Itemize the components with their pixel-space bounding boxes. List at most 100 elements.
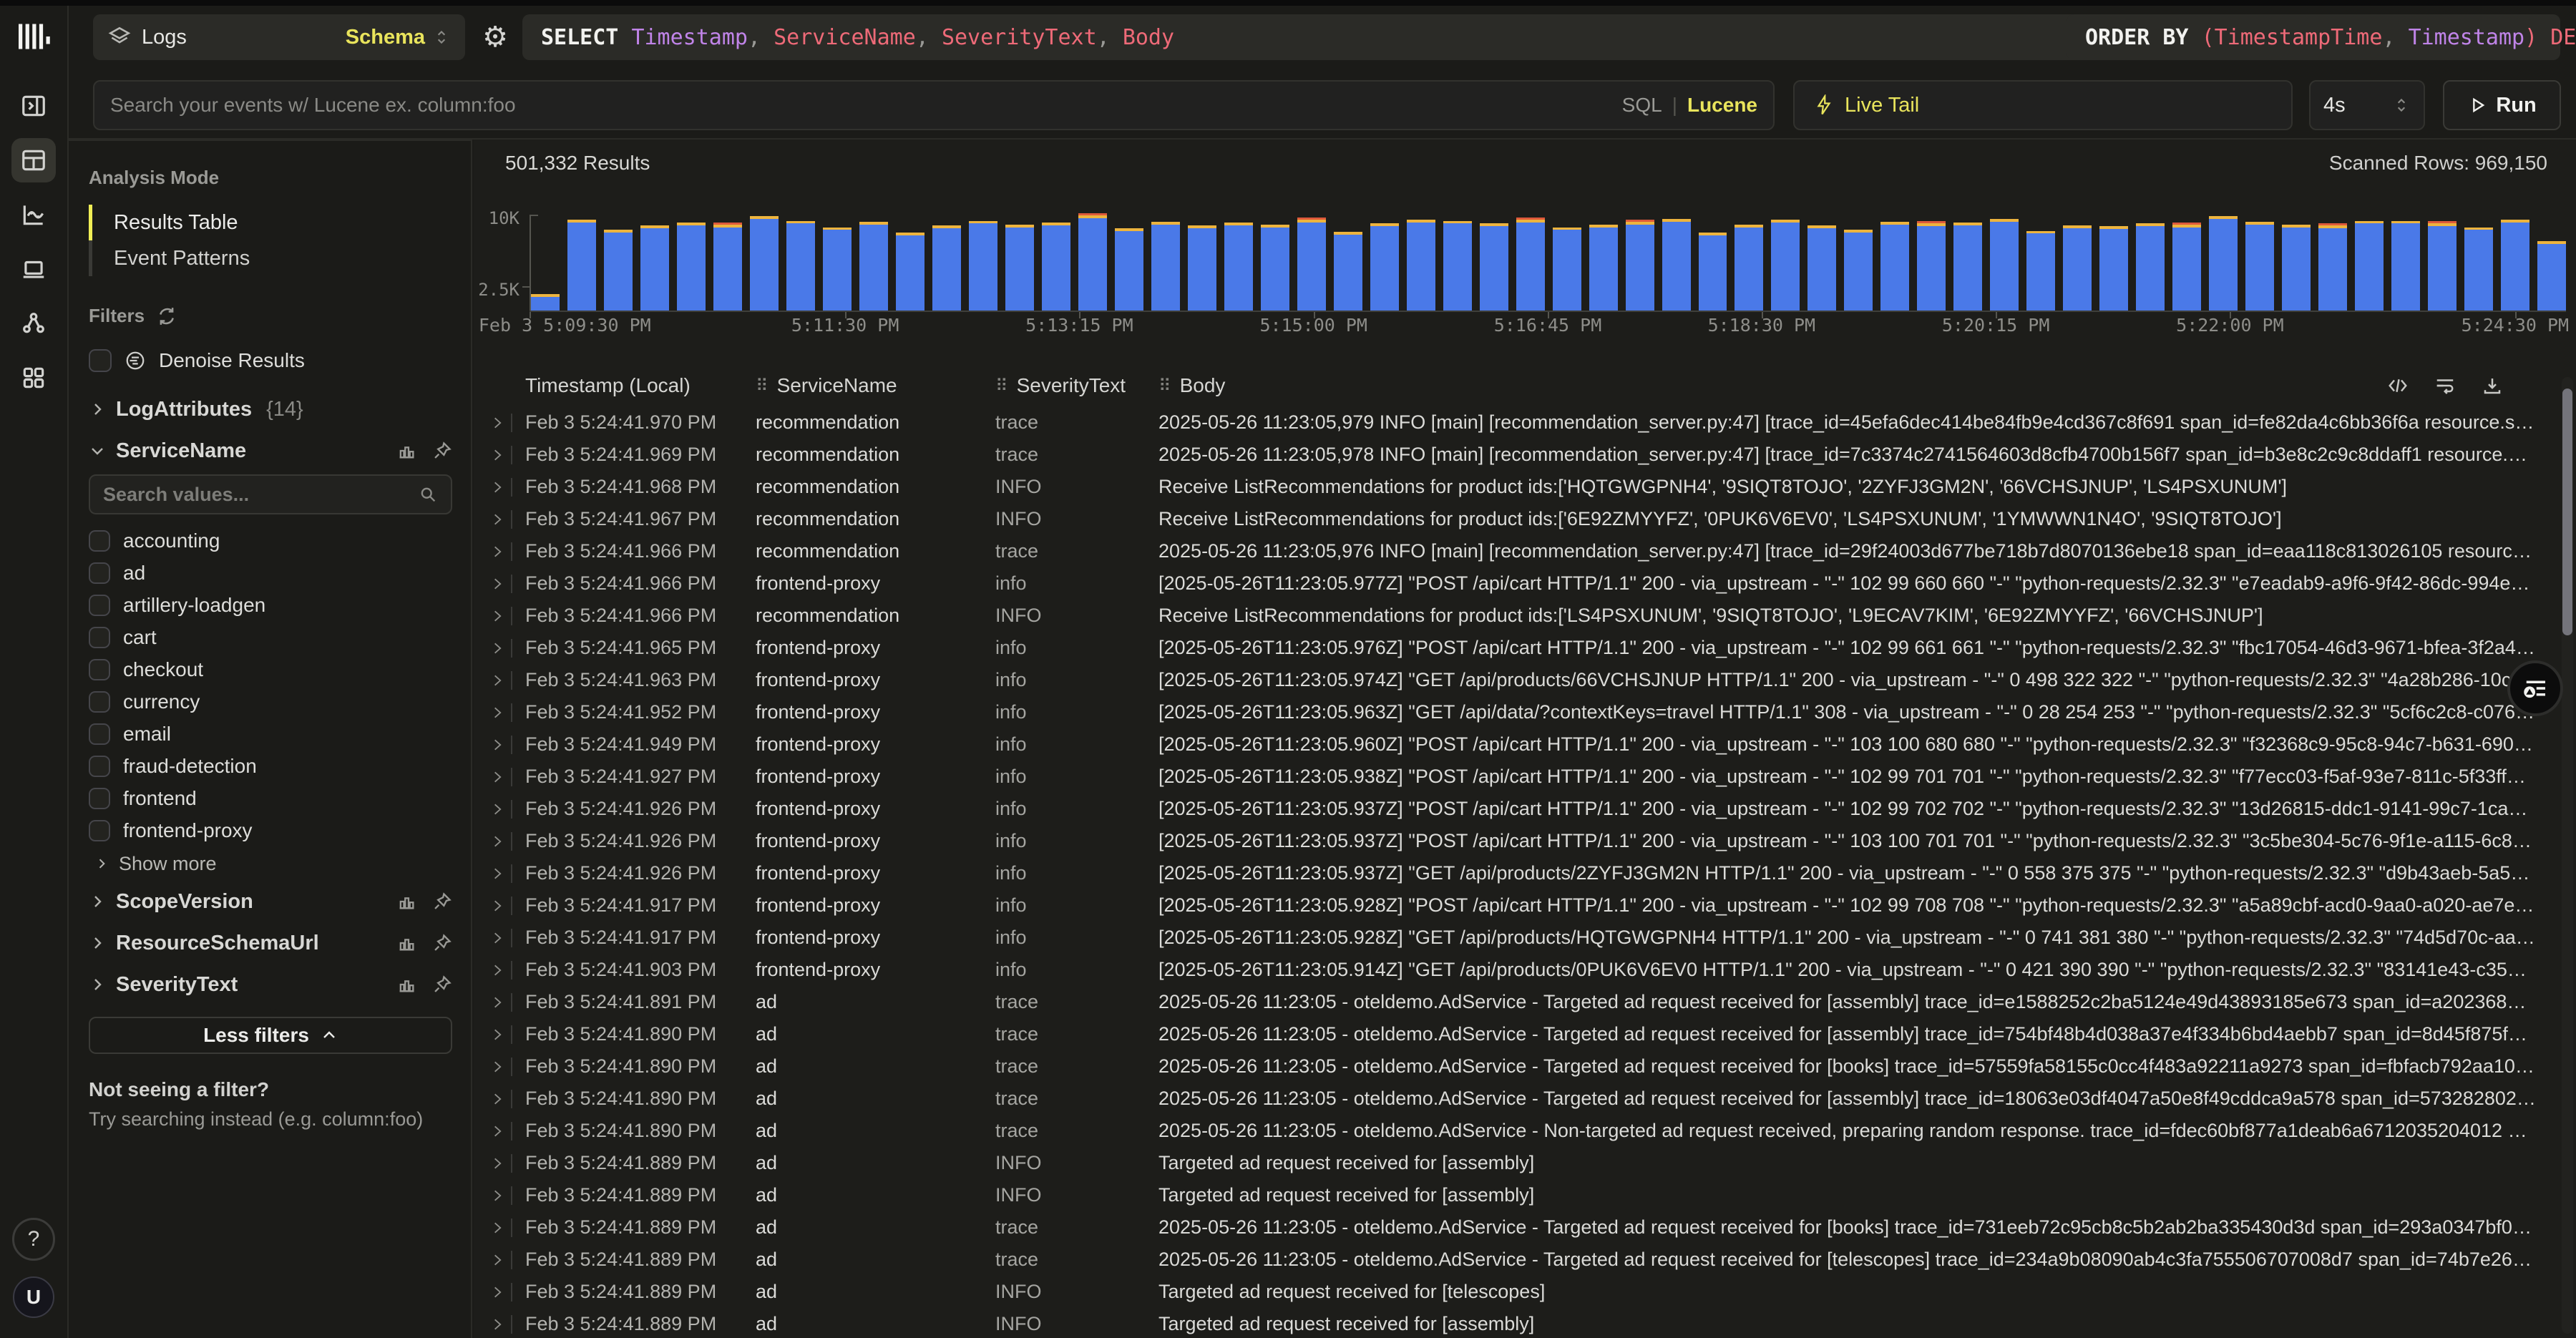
histogram-bar[interactable] bbox=[2318, 223, 2347, 311]
histogram-bar[interactable] bbox=[1917, 221, 1946, 311]
histogram-bar[interactable] bbox=[1735, 225, 1763, 311]
pin-icon[interactable] bbox=[432, 441, 452, 461]
nav-item-panel-toggle-icon[interactable] bbox=[11, 84, 56, 128]
column-header-severitytext[interactable]: ⠿SeverityText bbox=[995, 374, 1158, 397]
nav-item-search-results-icon[interactable] bbox=[11, 138, 56, 182]
service-value-row[interactable]: checkout bbox=[89, 653, 452, 685]
expand-row-icon[interactable] bbox=[484, 995, 511, 1010]
table-row[interactable]: Feb 3 5:24:41.926 PM frontend-proxy info… bbox=[474, 825, 2576, 857]
table-row[interactable]: Feb 3 5:24:41.963 PM frontend-proxy info… bbox=[474, 664, 2576, 696]
histogram-bar[interactable] bbox=[1115, 228, 1143, 311]
histogram-bar[interactable] bbox=[640, 225, 669, 311]
histogram-bar[interactable] bbox=[1844, 230, 1873, 311]
expand-row-icon[interactable] bbox=[484, 1188, 511, 1203]
table-row[interactable]: Feb 3 5:24:41.949 PM frontend-proxy info… bbox=[474, 728, 2576, 761]
drag-handle-icon[interactable]: ⠿ bbox=[995, 376, 1008, 396]
pin-icon[interactable] bbox=[432, 933, 452, 953]
denoise-results-toggle[interactable]: Denoise Results bbox=[89, 343, 452, 379]
nav-item-sessions-icon[interactable] bbox=[11, 247, 56, 291]
run-query-button[interactable]: Run bbox=[2443, 80, 2561, 130]
expand-row-icon[interactable] bbox=[484, 834, 511, 849]
service-value-row[interactable]: cart bbox=[89, 621, 452, 653]
histogram-bar[interactable] bbox=[1990, 219, 2019, 311]
table-row[interactable]: Feb 3 5:24:41.968 PM recommendation INFO… bbox=[474, 471, 2576, 503]
service-value-row[interactable]: artillery-loadgen bbox=[89, 589, 452, 621]
filter-group-row[interactable]: ResourceSchemaUrl bbox=[89, 922, 452, 964]
expand-row-icon[interactable] bbox=[484, 1060, 511, 1074]
drag-handle-icon[interactable]: ⠿ bbox=[756, 376, 769, 396]
user-avatar[interactable]: U bbox=[13, 1276, 54, 1318]
histogram-bar[interactable] bbox=[1880, 222, 1909, 311]
value-checkbox[interactable] bbox=[89, 627, 110, 648]
histogram-bar[interactable] bbox=[1188, 225, 1216, 311]
order-by-editor[interactable]: ORDER BY (TimestampTime, Timestamp) DESC bbox=[2067, 14, 2560, 60]
live-tail-button[interactable]: Live Tail bbox=[1793, 80, 2293, 130]
expand-row-icon[interactable] bbox=[484, 1285, 511, 1299]
expand-row-icon[interactable] bbox=[484, 1253, 511, 1267]
table-row[interactable]: Feb 3 5:24:41.927 PM frontend-proxy info… bbox=[474, 761, 2576, 793]
service-value-row[interactable]: ad bbox=[89, 557, 452, 589]
value-checkbox[interactable] bbox=[89, 562, 110, 584]
histogram-bar[interactable] bbox=[1334, 232, 1362, 311]
histogram-bar[interactable] bbox=[1516, 218, 1545, 311]
download-icon[interactable] bbox=[2482, 375, 2503, 396]
expand-row-icon[interactable] bbox=[484, 448, 511, 462]
histogram-bar[interactable] bbox=[1589, 225, 1618, 311]
expand-row-icon[interactable] bbox=[484, 480, 511, 494]
histogram-bar[interactable] bbox=[2099, 226, 2128, 311]
table-row[interactable]: Feb 3 5:24:41.917 PM frontend-proxy info… bbox=[474, 889, 2576, 922]
table-row[interactable]: Feb 3 5:24:41.967 PM recommendation INFO… bbox=[474, 503, 2576, 535]
refresh-interval-select[interactable]: 4s bbox=[2309, 80, 2425, 130]
histogram-bar[interactable] bbox=[823, 228, 852, 311]
table-row[interactable]: Feb 3 5:24:41.889 PM ad INFO Targeted ad… bbox=[474, 1308, 2576, 1338]
less-filters-button[interactable]: Less filters bbox=[89, 1017, 452, 1054]
table-row[interactable]: Feb 3 5:24:41.917 PM frontend-proxy info… bbox=[474, 922, 2576, 954]
value-checkbox[interactable] bbox=[89, 788, 110, 809]
table-row[interactable]: Feb 3 5:24:41.890 PM ad trace 2025-05-26… bbox=[474, 1083, 2576, 1115]
live-feed-button[interactable] bbox=[2507, 660, 2563, 716]
histogram-bar[interactable] bbox=[1662, 219, 1691, 311]
chart-mini-icon[interactable] bbox=[396, 933, 416, 953]
expand-row-icon[interactable] bbox=[484, 705, 511, 720]
chart-mini-icon[interactable] bbox=[396, 441, 416, 461]
chart-mini-icon[interactable] bbox=[396, 892, 416, 912]
wrap-lines-icon[interactable] bbox=[2434, 375, 2456, 396]
filter-group-servicename[interactable]: ServiceName bbox=[89, 430, 452, 472]
expand-row-icon[interactable] bbox=[484, 931, 511, 945]
histogram-bar[interactable] bbox=[1553, 228, 1581, 311]
lucene-toggle[interactable]: Lucene bbox=[1687, 94, 1757, 117]
histogram-bar[interactable] bbox=[969, 221, 997, 311]
table-row[interactable]: Feb 3 5:24:41.926 PM frontend-proxy info… bbox=[474, 793, 2576, 825]
expand-row-icon[interactable] bbox=[484, 738, 511, 752]
denoise-checkbox[interactable] bbox=[89, 349, 112, 372]
histogram-bar[interactable] bbox=[1370, 223, 1399, 311]
filter-group-row[interactable]: SeverityText bbox=[89, 964, 452, 1005]
expand-row-icon[interactable] bbox=[484, 866, 511, 881]
service-value-row[interactable]: frontend-proxy bbox=[89, 814, 452, 846]
histogram-bar[interactable] bbox=[2026, 231, 2055, 311]
histogram-bar[interactable] bbox=[1443, 221, 1472, 311]
histogram-bar[interactable] bbox=[896, 233, 924, 311]
value-checkbox[interactable] bbox=[89, 756, 110, 777]
histogram-bar[interactable] bbox=[1078, 213, 1107, 311]
value-checkbox[interactable] bbox=[89, 530, 110, 552]
expand-row-icon[interactable] bbox=[484, 673, 511, 688]
histogram-bar[interactable] bbox=[2245, 222, 2274, 311]
table-row[interactable]: Feb 3 5:24:41.890 PM ad trace 2025-05-26… bbox=[474, 1050, 2576, 1083]
histogram-bar[interactable] bbox=[1699, 233, 1727, 311]
expand-row-icon[interactable] bbox=[484, 1092, 511, 1106]
histogram-bar[interactable] bbox=[604, 230, 633, 311]
select-clause-editor[interactable]: SELECT Timestamp, ServiceName, SeverityT… bbox=[522, 14, 2108, 60]
histogram-bar[interactable] bbox=[1151, 222, 1180, 311]
table-row[interactable]: Feb 3 5:24:41.952 PM frontend-proxy info… bbox=[474, 696, 2576, 728]
service-value-row[interactable]: currency bbox=[89, 685, 452, 718]
table-row[interactable]: Feb 3 5:24:41.891 PM ad trace 2025-05-26… bbox=[474, 986, 2576, 1018]
column-header-body[interactable]: ⠿Body bbox=[1158, 374, 2536, 397]
expand-row-icon[interactable] bbox=[484, 641, 511, 655]
service-value-row[interactable]: frontend bbox=[89, 782, 452, 814]
table-row[interactable]: Feb 3 5:24:41.889 PM ad trace 2025-05-26… bbox=[474, 1244, 2576, 1276]
histogram-bar[interactable] bbox=[567, 220, 596, 311]
expand-row-icon[interactable] bbox=[484, 416, 511, 430]
expand-row-icon[interactable] bbox=[484, 770, 511, 784]
table-row[interactable]: Feb 3 5:24:41.903 PM frontend-proxy info… bbox=[474, 954, 2576, 986]
